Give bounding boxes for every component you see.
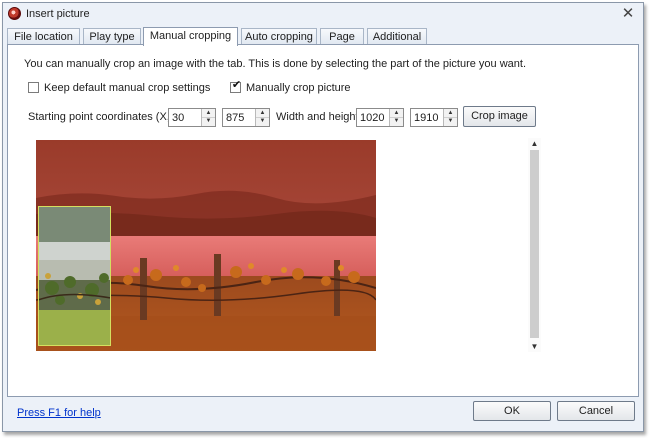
- close-button[interactable]: ✕: [619, 5, 637, 22]
- height-stepper[interactable]: 1910 ▲ ▼: [410, 108, 458, 127]
- manual-cropping-panel: You can manually crop an image with the …: [7, 44, 639, 397]
- keep-default-label: Keep default manual crop settings: [44, 82, 211, 94]
- tab-manual-cropping[interactable]: Manual cropping: [143, 27, 238, 46]
- tab-play-type[interactable]: Play type: [83, 28, 141, 44]
- app-logo-icon: [8, 7, 21, 20]
- manually-crop-label: Manually crop picture: [246, 82, 351, 94]
- y-spin-buttons: ▲ ▼: [255, 109, 269, 126]
- insert-picture-dialog: Insert picture ✕ File location Play type…: [2, 2, 644, 432]
- width-stepper[interactable]: 1020 ▲ ▼: [356, 108, 404, 127]
- ok-button[interactable]: OK: [473, 401, 551, 421]
- tab-additional[interactable]: Additional: [367, 28, 427, 44]
- y-spin-down-icon[interactable]: ▼: [256, 117, 269, 125]
- width-height-label: Width and height: [276, 111, 359, 123]
- preview-vertical-scrollbar[interactable]: ▲ ▼: [528, 138, 541, 352]
- width-value: 1020: [360, 112, 385, 124]
- help-link[interactable]: Press F1 for help: [17, 407, 101, 419]
- cancel-button[interactable]: Cancel: [557, 401, 635, 421]
- width-spin-down-icon[interactable]: ▼: [390, 117, 403, 125]
- crop-preview-image[interactable]: [36, 140, 376, 351]
- starting-point-label: Starting point coordinates (X,Y): [28, 111, 181, 123]
- x-spin-buttons: ▲ ▼: [201, 109, 215, 126]
- height-spin-down-icon[interactable]: ▼: [444, 117, 457, 125]
- intro-text: You can manually crop an image with the …: [24, 58, 527, 70]
- width-spin-buttons: ▲ ▼: [389, 109, 403, 126]
- tab-page[interactable]: Page: [320, 28, 364, 44]
- scroll-down-arrow-icon[interactable]: ▼: [528, 341, 541, 352]
- height-spin-buttons: ▲ ▼: [443, 109, 457, 126]
- scrollbar-thumb[interactable]: [530, 150, 539, 338]
- window-title: Insert picture: [26, 8, 90, 20]
- x-coordinate-value: 30: [172, 112, 185, 124]
- scroll-up-arrow-icon[interactable]: ▲: [528, 138, 541, 149]
- crop-selection-rectangle[interactable]: [38, 206, 111, 346]
- y-coordinate-value: 875: [226, 112, 245, 124]
- y-coordinate-stepper[interactable]: 875 ▲ ▼: [222, 108, 270, 127]
- title-bar: Insert picture ✕: [3, 3, 643, 25]
- checkmark-icon: ✔: [231, 79, 242, 91]
- manually-crop-checkbox[interactable]: ✔: [230, 79, 242, 93]
- keep-default-checkbox[interactable]: [28, 82, 39, 93]
- crop-image-button[interactable]: Crop image: [463, 106, 536, 127]
- x-coordinate-stepper[interactable]: 30 ▲ ▼: [168, 108, 216, 127]
- x-spin-down-icon[interactable]: ▼: [202, 117, 215, 125]
- tab-file-location[interactable]: File location: [7, 28, 80, 44]
- tab-auto-cropping[interactable]: Auto cropping: [241, 28, 317, 44]
- height-value: 1910: [414, 112, 439, 124]
